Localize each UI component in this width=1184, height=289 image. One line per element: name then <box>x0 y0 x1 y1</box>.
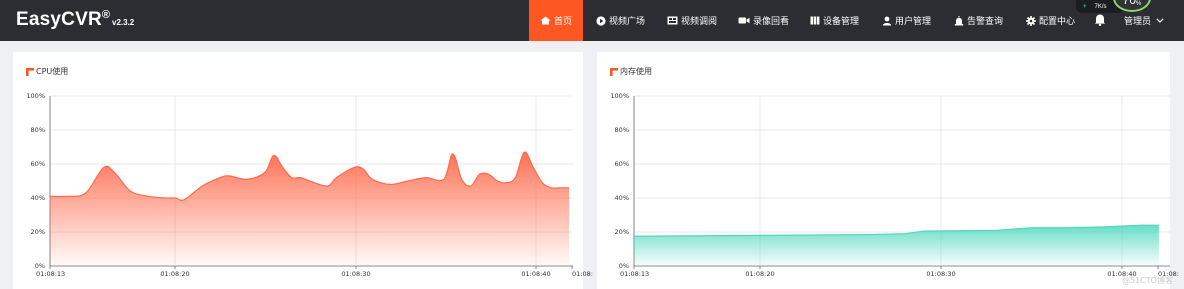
y-tick-label: 40% <box>615 194 629 202</box>
nav-item-video-square[interactable]: 视频广场 <box>596 0 645 41</box>
y-tick-label: 20% <box>31 228 45 236</box>
nav-item-device-management[interactable]: 设备管理 <box>810 0 859 41</box>
nav-item-config-center[interactable]: 配置中心 <box>1026 0 1075 41</box>
y-tick-label: 40% <box>31 194 45 202</box>
x-tick-label: 01:08:13 <box>620 270 649 278</box>
y-tick-label: 0% <box>619 262 629 270</box>
app-logo[interactable]: EasyCVR®v2.3.2 <box>16 9 134 31</box>
nav-item-label: 视频调阅 <box>681 17 718 27</box>
nav-item-label: 录像回看 <box>753 17 790 27</box>
y-tick-label: 20% <box>615 228 629 236</box>
y-tick-label: 100% <box>610 92 629 100</box>
nav-item-label: 用户管理 <box>895 17 932 27</box>
memory-series-area <box>634 225 1159 266</box>
brand-name: EasyCVR <box>16 9 102 30</box>
nav-item-home[interactable]: 首页 <box>529 0 583 41</box>
x-tick-label: 01:08:20 <box>160 270 189 278</box>
gear-icon <box>1026 15 1036 26</box>
x-tick-label: 01:08:30 <box>341 270 370 278</box>
y-tick-label: 60% <box>615 160 629 168</box>
nav-item-label: 设备管理 <box>823 17 860 27</box>
bell-icon[interactable] <box>1094 13 1106 26</box>
x-tick-label: 01:08: <box>572 270 593 278</box>
alarm-icon <box>954 15 964 25</box>
top-navigation-bar: EasyCVR®v2.3.2 首页 视频广场 视频调阅 录像回看 设备管理 用户… <box>0 0 1184 41</box>
device-icon <box>810 16 820 25</box>
x-tick-label: 01:08:20 <box>745 270 774 278</box>
nav-item-user-management[interactable]: 用户管理 <box>882 0 931 41</box>
cpu-series-area <box>50 151 570 266</box>
y-tick-label: 80% <box>31 126 45 134</box>
home-icon <box>540 16 551 25</box>
upload-speed: 7K/s <box>1094 3 1107 10</box>
play-circle-icon <box>596 15 606 26</box>
cpu-usage-card: CPU使用 0% 20% 40% 60% 80% 100% 01:08:13 01:08:20… <box>13 52 593 289</box>
app-version: v2.3.2 <box>112 18 135 27</box>
nav-item-playback[interactable]: 录像回看 <box>738 0 789 41</box>
y-tick-label: 0% <box>35 262 45 270</box>
memory-usage-card: 内存使用 0% 20% 40% 60% 80% 100% 01:08:13 01:08:20 0… <box>597 52 1179 289</box>
x-tick-label: 01:08:13 <box>36 270 65 278</box>
video-grid-icon <box>667 16 678 25</box>
gauge-value: 70 <box>1122 0 1136 7</box>
x-tick-label: 01:08:30 <box>926 270 955 278</box>
cpu-usage-chart: 0% 20% 40% 60% 80% 100% 01:08:13 01:08:20 01:08:… <box>26 92 593 278</box>
nav-item-alarm-query[interactable]: 告警查询 <box>954 0 1003 41</box>
watermark: @51CTO博客 <box>1122 276 1173 285</box>
x-tick-label: 01:08:40 <box>521 270 550 278</box>
gauge-unit: % <box>1136 1 1142 7</box>
nav-item-label: 视频广场 <box>609 17 646 27</box>
upload-indicator-icon: + <box>1083 3 1087 10</box>
user-name: 管理员 <box>1124 17 1152 27</box>
nav-item-label: 告警查询 <box>967 17 1004 27</box>
memory-usage-chart: 0% 20% 40% 60% 80% 100% 01:08:13 01:08:20 01:08:… <box>610 92 1179 278</box>
nav-item-label: 配置中心 <box>1039 17 1076 27</box>
chevron-down-icon <box>1156 18 1164 23</box>
y-tick-label: 100% <box>26 92 45 100</box>
y-tick-label: 60% <box>31 160 45 168</box>
nav-item-label: 首页 <box>553 17 572 27</box>
user-icon <box>882 16 892 25</box>
video-camera-icon <box>738 17 750 24</box>
registered-mark: ® <box>101 9 110 21</box>
y-tick-label: 80% <box>615 126 629 134</box>
nav-item-video-browse[interactable]: 视频调阅 <box>667 0 717 41</box>
